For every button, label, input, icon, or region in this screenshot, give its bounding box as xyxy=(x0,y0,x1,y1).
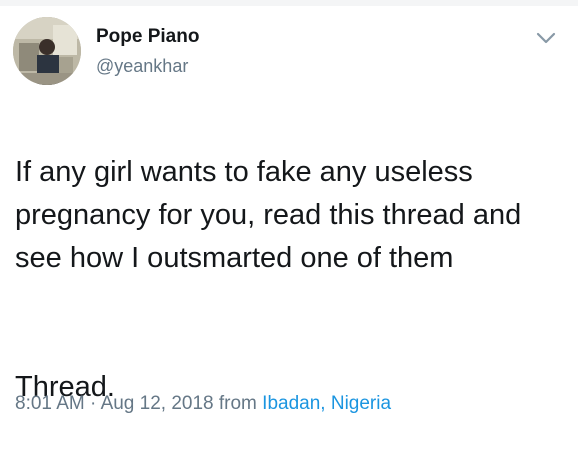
location-link[interactable]: Ibadan, Nigeria xyxy=(262,393,391,414)
display-name[interactable]: Pope Piano xyxy=(96,26,199,48)
tweet-date[interactable]: Aug 12, 2018 xyxy=(101,393,214,414)
tweet-text-main: If any girl wants to fake any useless pr… xyxy=(15,156,522,274)
tweet-time[interactable]: 8:01 AM xyxy=(15,393,85,414)
chevron-down-icon xyxy=(536,32,556,44)
from-label: from xyxy=(213,393,263,414)
avatar[interactable] xyxy=(13,17,81,85)
tweet-card: Pope Piano @yeankhar If any girl wants t… xyxy=(0,0,578,428)
meta-separator: · xyxy=(84,393,101,414)
more-options-button[interactable] xyxy=(532,26,560,50)
top-divider xyxy=(0,0,578,6)
user-handle[interactable]: @yeankhar xyxy=(96,55,188,77)
tweet-metadata: 8:01 AM · Aug 12, 2018 from Ibadan, Nige… xyxy=(15,392,391,416)
